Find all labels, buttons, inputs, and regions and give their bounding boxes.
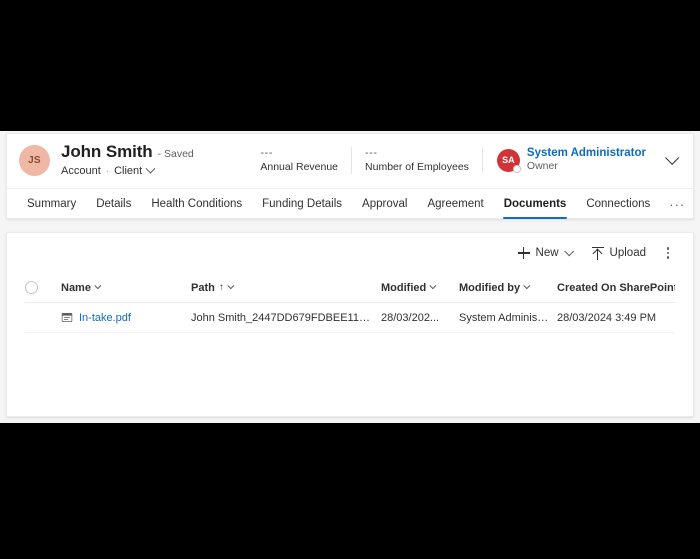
metric-value: --- xyxy=(365,147,469,160)
tab-label: Summary xyxy=(27,198,76,210)
tab-label: Funding Details xyxy=(262,198,342,210)
page-title: John Smith xyxy=(61,143,153,160)
owner-avatar-initials: SA xyxy=(502,155,515,165)
tab-label: Agreement xyxy=(427,198,483,210)
cell-modified-by: System Administ... xyxy=(459,312,557,324)
record-title-block: John Smith - Saved Account · Client xyxy=(61,143,194,177)
tab-label: Health Conditions xyxy=(151,198,242,210)
chevron-down-icon[interactable] xyxy=(146,163,156,173)
owner-field[interactable]: SA System Administrator Owner xyxy=(482,147,679,173)
column-header-label: Path xyxy=(191,282,215,294)
chevron-down-icon[interactable] xyxy=(665,151,679,165)
tab-health-conditions[interactable]: Health Conditions xyxy=(141,189,252,219)
entity-type-label: Account xyxy=(61,165,101,177)
tab-label: Connections xyxy=(586,198,650,210)
tab-label: Documents xyxy=(504,198,567,210)
record-subtitle: Account · Client xyxy=(61,165,194,177)
record-title-line: John Smith - Saved xyxy=(61,143,194,160)
tab-approval[interactable]: Approval xyxy=(352,189,417,219)
chevron-down-icon[interactable] xyxy=(523,282,530,289)
grid-header-row: Name Path ↑ Modified xyxy=(25,273,675,303)
separator-dot: · xyxy=(106,166,109,177)
chevron-down-icon[interactable] xyxy=(430,282,437,289)
tab-details[interactable]: Details xyxy=(86,189,141,219)
screen-backdrop: JS John Smith - Saved Account · Client xyxy=(0,0,700,559)
sort-ascending-icon: ↑ xyxy=(219,283,224,293)
record-header-card: JS John Smith - Saved Account · Client xyxy=(6,133,694,219)
command-bar: New Upload xyxy=(7,233,693,273)
tab-label: Details xyxy=(96,198,131,210)
documents-card: New Upload Nam xyxy=(6,232,694,417)
metric-value: --- xyxy=(260,147,338,160)
select-all-checkbox[interactable] xyxy=(25,281,38,294)
record-category-label[interactable]: Client xyxy=(114,165,142,177)
tab-agreement[interactable]: Agreement xyxy=(417,189,493,219)
cell-modified: 28/03/202... xyxy=(381,312,459,324)
record-header-top: JS John Smith - Saved Account · Client xyxy=(7,134,693,188)
metric-label: Number of Employees xyxy=(365,160,469,174)
cell-name: In-take.pdf xyxy=(61,311,191,324)
tab-label: Approval xyxy=(362,198,407,210)
column-header-modified[interactable]: Modified xyxy=(381,282,459,294)
tab-overflow-button[interactable]: ··· xyxy=(660,189,694,219)
chevron-down-icon[interactable] xyxy=(227,282,234,289)
tab-summary[interactable]: Summary xyxy=(17,189,86,219)
column-header-label: Name xyxy=(61,282,91,294)
owner-role-label: Owner xyxy=(527,160,646,173)
select-all-cell xyxy=(25,281,61,294)
tab-connections[interactable]: Connections xyxy=(576,189,660,219)
documents-grid: Name Path ↑ Modified xyxy=(7,273,693,333)
owner-text: System Administrator Owner xyxy=(527,147,646,173)
upload-icon xyxy=(592,247,604,260)
upload-button-label: Upload xyxy=(610,247,646,259)
more-commands-button[interactable] xyxy=(657,239,679,267)
header-metrics: --- Annual Revenue --- Number of Employe… xyxy=(247,147,482,174)
app-canvas: JS John Smith - Saved Account · Client xyxy=(0,131,700,423)
file-name-link[interactable]: In-take.pdf xyxy=(79,312,131,324)
plus-icon xyxy=(518,247,530,259)
chevron-down-icon[interactable] xyxy=(94,282,101,289)
cell-path: John Smith_2447DD679FDBEE11904D... xyxy=(191,312,381,324)
column-header-created-on-sharepoint[interactable]: Created On SharePoint xyxy=(557,282,675,294)
owner-avatar: SA xyxy=(497,149,520,172)
avatar: JS xyxy=(19,145,50,176)
metric-label: Annual Revenue xyxy=(260,160,338,174)
column-header-path[interactable]: Path ↑ xyxy=(191,282,381,294)
column-header-label: Modified by xyxy=(459,282,520,294)
chevron-down-icon[interactable] xyxy=(564,246,574,256)
cell-created-on-sharepoint: 28/03/2024 3:49 PM xyxy=(557,312,675,324)
tab-strip: Summary Details Health Conditions Fundin… xyxy=(7,188,693,219)
column-header-name[interactable]: Name xyxy=(61,282,191,294)
owner-name-link[interactable]: System Administrator xyxy=(527,147,646,160)
column-header-label: Created On SharePoint xyxy=(557,282,675,294)
metric-annual-revenue: --- Annual Revenue xyxy=(247,147,351,174)
presence-indicator-icon xyxy=(513,165,521,173)
pdf-file-icon xyxy=(61,311,73,324)
new-button[interactable]: New xyxy=(509,239,581,267)
tab-documents[interactable]: Documents xyxy=(494,189,577,219)
new-button-label: New xyxy=(536,247,559,259)
upload-button[interactable]: Upload xyxy=(583,239,655,267)
table-row[interactable]: In-take.pdf John Smith_2447DD679FDBEE119… xyxy=(25,303,675,333)
tab-funding-details[interactable]: Funding Details xyxy=(252,189,352,219)
column-header-label: Modified xyxy=(381,282,426,294)
save-status: - Saved xyxy=(158,149,194,160)
metric-number-of-employees: --- Number of Employees xyxy=(351,147,482,174)
column-header-modified-by[interactable]: Modified by xyxy=(459,282,557,294)
